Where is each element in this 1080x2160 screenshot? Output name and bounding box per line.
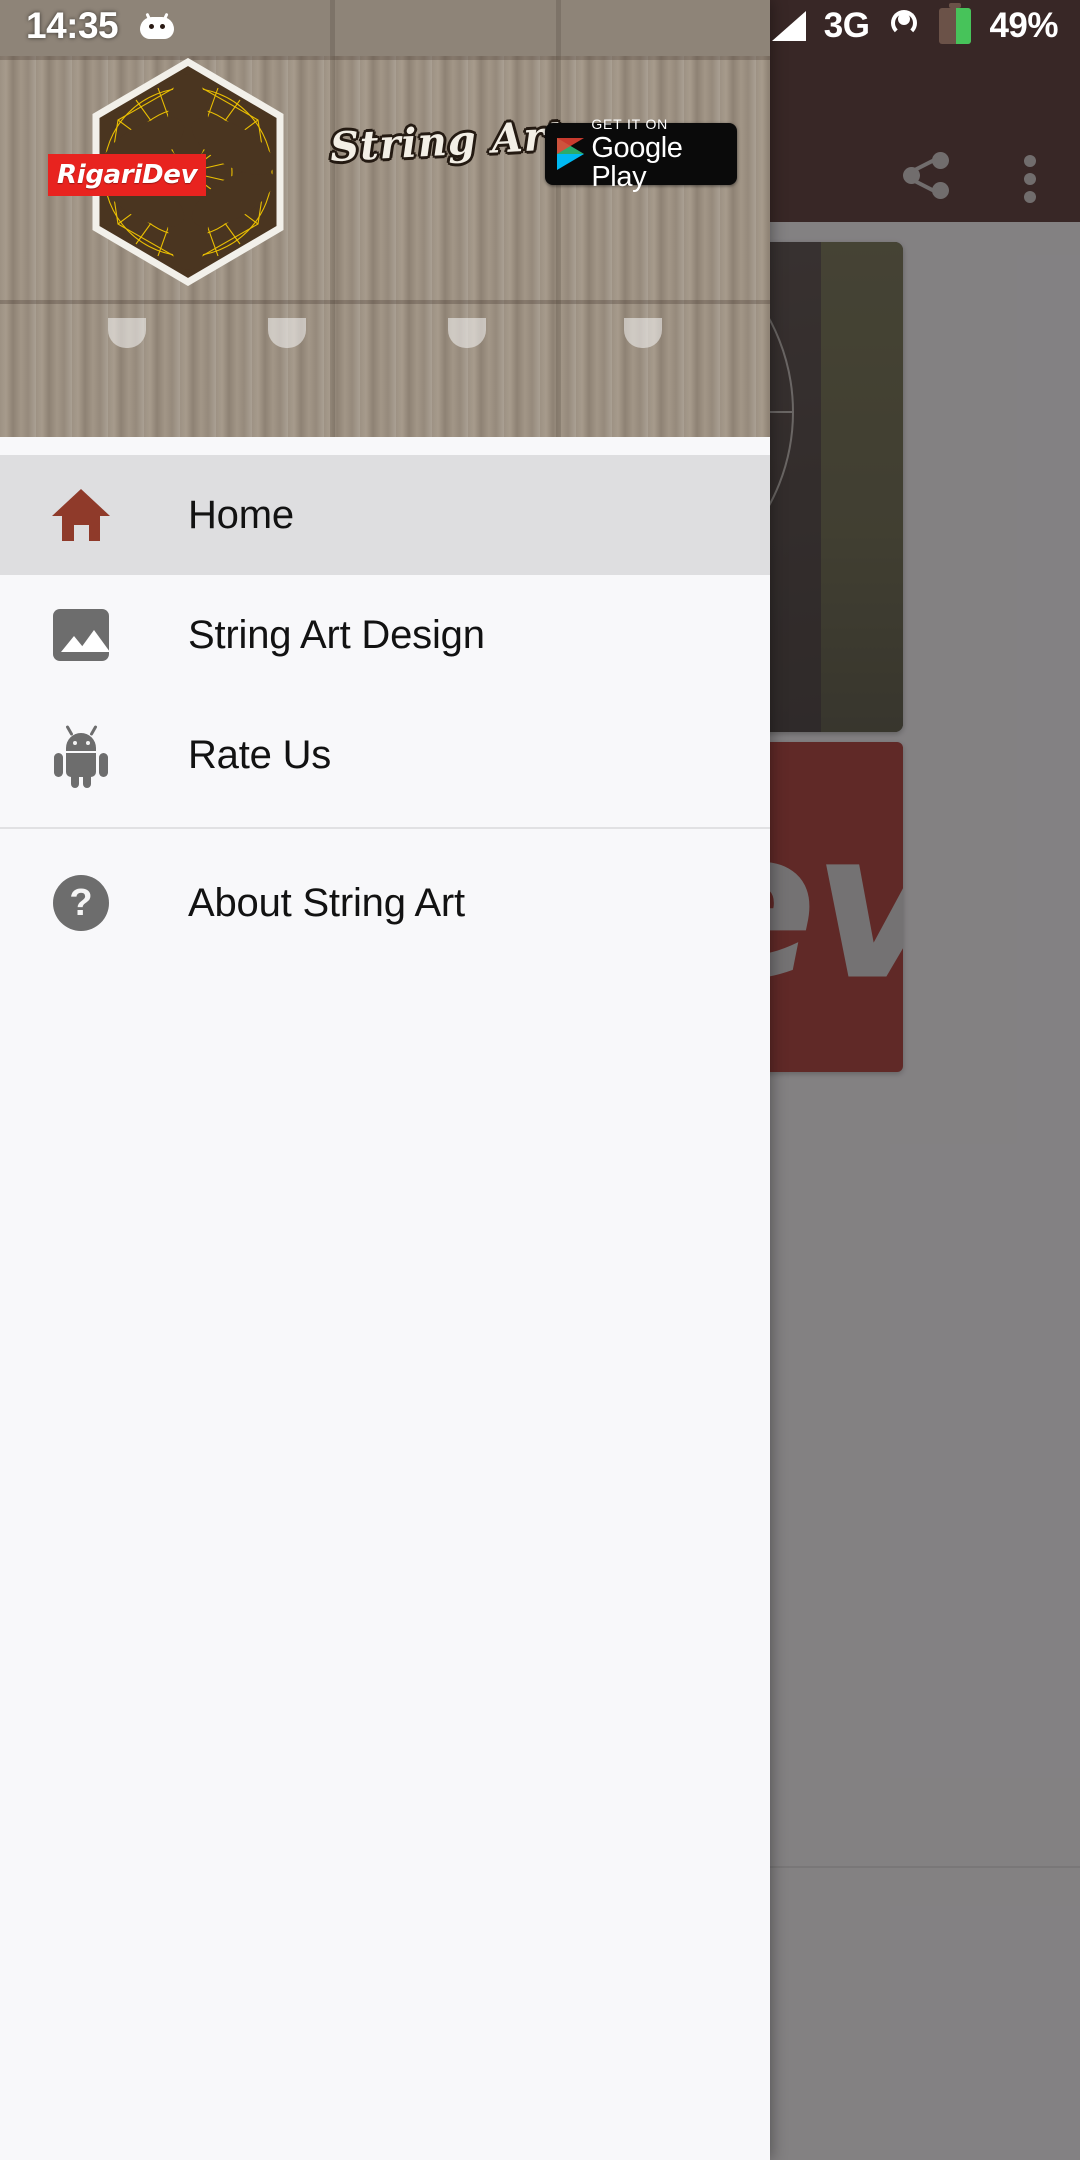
status-bar-clock: 14:35 xyxy=(26,5,119,46)
sidebar-item-label: About String Art xyxy=(188,880,465,925)
store-badge-small-text: GET IT ON xyxy=(591,115,669,132)
image-icon xyxy=(46,609,116,661)
google-play-badge[interactable]: GET IT ON Google Play xyxy=(545,117,737,191)
sidebar-item-label: String Art Design xyxy=(188,612,485,657)
status-bar: 14:35 3G 49% xyxy=(0,0,1080,52)
hotspot-icon xyxy=(887,9,921,43)
drawer-menu: Home String Art Design Rate Us ? About S… xyxy=(0,437,770,2160)
sidebar-item-label: Rate Us xyxy=(188,732,332,777)
sidebar-item-home[interactable]: Home xyxy=(0,455,770,575)
help-icon: ? xyxy=(46,875,116,931)
phone-screen: Dev xyxy=(0,0,1080,2160)
drawer-header: RigariDev String Art GET IT ON Google Pl… xyxy=(0,0,770,437)
sidebar-item-label: Home xyxy=(188,492,294,537)
battery-icon xyxy=(939,3,972,44)
store-badge-big-text: Google Play xyxy=(591,131,683,193)
app-title: String Art xyxy=(328,111,567,172)
menu-divider xyxy=(0,827,770,829)
signal-bars-icon xyxy=(771,11,806,41)
navigation-drawer: RigariDev String Art GET IT ON Google Pl… xyxy=(0,0,770,2160)
developer-badge: RigariDev xyxy=(48,154,207,196)
sidebar-item-string-art-design[interactable]: String Art Design xyxy=(0,575,770,695)
network-type-label: 3G xyxy=(823,6,870,45)
sidebar-item-rate-us[interactable]: Rate Us xyxy=(0,695,770,815)
battery-percent-label: 49% xyxy=(989,6,1058,45)
android-bug-icon xyxy=(140,12,175,39)
google-play-icon xyxy=(557,138,584,170)
android-icon xyxy=(46,724,116,788)
home-icon xyxy=(46,489,116,541)
sidebar-item-about-string-art[interactable]: ? About String Art xyxy=(0,843,770,963)
